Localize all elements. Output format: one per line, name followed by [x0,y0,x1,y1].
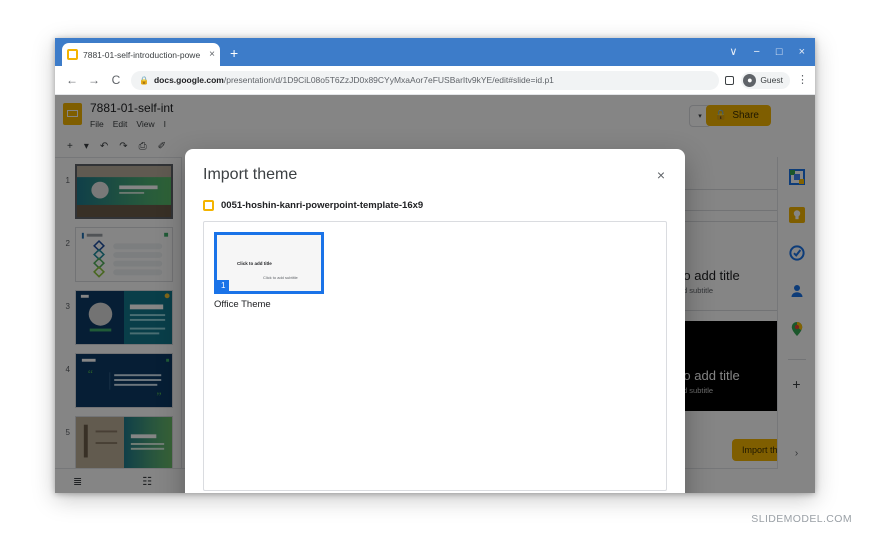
split-screen-icon[interactable] [725,75,735,85]
lock-icon: 🔒 [139,75,149,85]
dialog-header: Import theme × [185,149,685,192]
theme-thumb-title: Click to add title [237,261,272,266]
slides-app: 7881-01-self-int File Edit View I ▾ 🔒 Sh… [55,95,815,493]
browser-window: 7881-01-self-introduction-powe × + ∨ − □… [55,38,815,493]
browser-omnibar: ← → C 🔒 docs.google.com/presentation/d/1… [55,66,815,95]
profile-chip[interactable]: ● Guest [741,71,790,89]
browser-tab[interactable]: 7881-01-self-introduction-powe × [62,43,220,66]
back-icon[interactable]: ← [61,73,83,87]
browser-tabstrip: 7881-01-self-introduction-powe × + ∨ − □… [55,38,815,66]
watermark: SLIDEMODEL.COM [751,513,852,525]
forward-icon[interactable]: → [83,73,105,87]
theme-picker-area[interactable]: Click to add title Click to add subtitle… [203,221,667,491]
tab-title: 7881-01-self-introduction-powe [83,49,201,60]
window-controls: ∨ − □ × [729,38,811,66]
dialog-title: Import theme [203,166,298,183]
browser-menu-icon[interactable]: ⋮ [797,74,808,86]
selected-file-row: 0051-hoshin-kanri-powerpoint-template-16… [185,192,685,221]
url-domain: docs.google.com [153,75,224,85]
close-icon[interactable]: × [655,166,667,184]
close-icon[interactable]: × [209,49,215,60]
minimize-icon[interactable]: − [753,46,759,58]
theme-option[interactable]: Click to add title Click to add subtitle… [214,232,324,310]
close-window-icon[interactable]: × [799,46,805,58]
import-theme-dialog: Import theme × 0051-hoshin-kanri-powerpo… [185,149,685,493]
slides-file-icon [203,200,214,211]
url-path: /presentation/d/1D9CiL08o5T6ZzJD0x89CYyM… [223,75,554,85]
theme-thumb-subtitle: Click to add subtitle [263,275,298,280]
maximize-icon[interactable]: □ [776,46,783,58]
selected-file-name: 0051-hoshin-kanri-powerpoint-template-16… [221,200,424,211]
slides-favicon-icon [67,49,78,60]
url-text: docs.google.com/presentation/d/1D9CiL08o… [154,75,554,85]
reload-icon[interactable]: C [105,73,127,87]
avatar: ● [743,73,757,87]
theme-thumbnail[interactable]: Click to add title Click to add subtitle… [214,232,324,294]
url-bar[interactable]: 🔒 docs.google.com/presentation/d/1D9CiL0… [131,70,720,90]
chevron-down-icon[interactable]: ∨ [729,46,737,58]
profile-label: Guest [760,75,783,85]
omnibar-actions: ● Guest ⋮ [725,71,815,89]
screenshot-root: 7881-01-self-introduction-powe × + ∨ − □… [0,0,870,539]
new-tab-button[interactable]: + [230,46,238,60]
theme-name-label: Office Theme [214,299,271,310]
slide-index-badge: 1 [217,280,230,291]
dialog-footer: Back Cancel Import theme [185,491,685,493]
